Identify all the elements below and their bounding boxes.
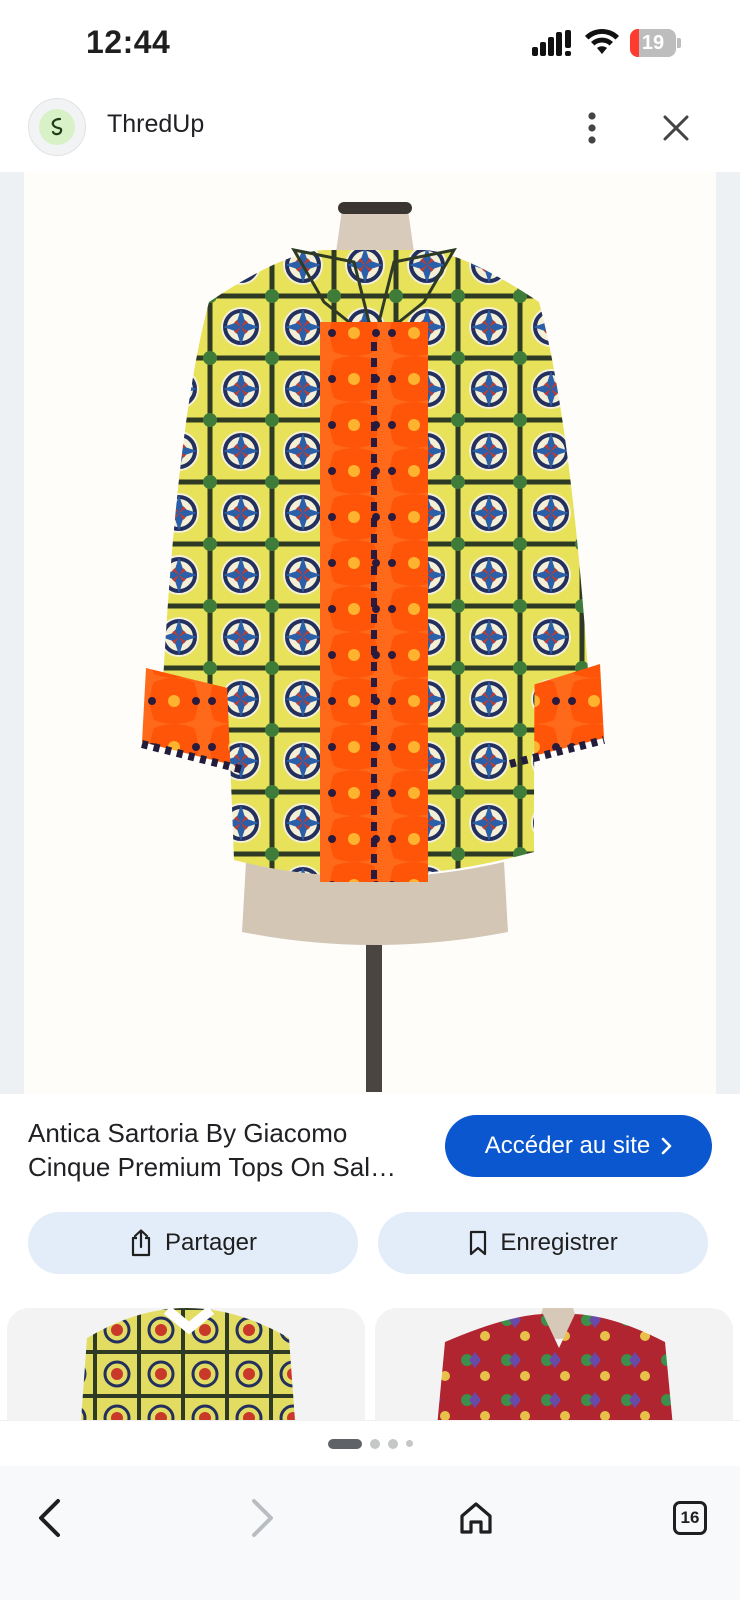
cellular-signal-icon (532, 30, 571, 56)
thredup-logo-icon[interactable] (28, 98, 86, 156)
pager-dot[interactable] (387, 1438, 398, 1449)
product-image-viewer[interactable] (0, 172, 740, 1094)
arrow-forward-icon (252, 1499, 273, 1537)
status-bar: 12:44 19 (0, 0, 740, 88)
next-image-edge[interactable] (716, 172, 740, 1094)
related-shirt-image (437, 1308, 673, 1420)
status-time: 12:44 (86, 24, 171, 60)
related-shirt-image (81, 1308, 295, 1420)
share-label: Partager (164, 1229, 258, 1256)
thredup-swirl-icon (51, 117, 63, 136)
bookmark-icon (470, 1230, 487, 1256)
more-options-button[interactable] (574, 108, 610, 148)
share-icon (131, 1229, 151, 1257)
product-image[interactable] (24, 172, 716, 1094)
visit-site-button[interactable]: Accéder au site (445, 1115, 712, 1177)
related-results (0, 1308, 740, 1420)
shirt-on-mannequin-image (141, 202, 605, 1092)
product-title[interactable]: Antica Sartoria By Giacomo Cinque Premiu… (28, 1116, 428, 1184)
site-name[interactable]: ThredUp (107, 110, 204, 139)
visit-site-label: Accéder au site (484, 1132, 651, 1159)
save-label: Enregistrer (500, 1229, 618, 1256)
battery-level: 19 (641, 32, 665, 54)
arrow-back-icon (39, 1499, 60, 1537)
save-button[interactable]: Enregistrer (378, 1212, 708, 1274)
chevron-right-icon (661, 1137, 672, 1155)
tabs-button[interactable]: 16 (660, 1490, 720, 1546)
home-button[interactable] (446, 1490, 506, 1546)
more-vert-icon (588, 112, 596, 144)
home-icon (460, 1502, 492, 1534)
tabs-count: 16 (673, 1501, 707, 1535)
pager-dot[interactable] (369, 1438, 380, 1449)
related-result-card[interactable] (375, 1308, 733, 1420)
forward-button[interactable] (232, 1490, 292, 1546)
close-icon (663, 115, 689, 141)
pager-dot[interactable] (327, 1438, 362, 1449)
back-button[interactable] (20, 1490, 80, 1546)
image-pager (0, 1420, 740, 1466)
site-header: ThredUp (0, 88, 740, 172)
wifi-icon (585, 28, 619, 54)
browser-toolbar: 16 (0, 1466, 740, 1600)
battery-icon: 19 (630, 29, 681, 57)
share-button[interactable]: Partager (28, 1212, 358, 1274)
related-result-card[interactable] (7, 1308, 365, 1420)
previous-image-edge[interactable] (0, 172, 24, 1094)
pager-dot[interactable] (405, 1440, 413, 1447)
close-button[interactable] (656, 108, 696, 148)
